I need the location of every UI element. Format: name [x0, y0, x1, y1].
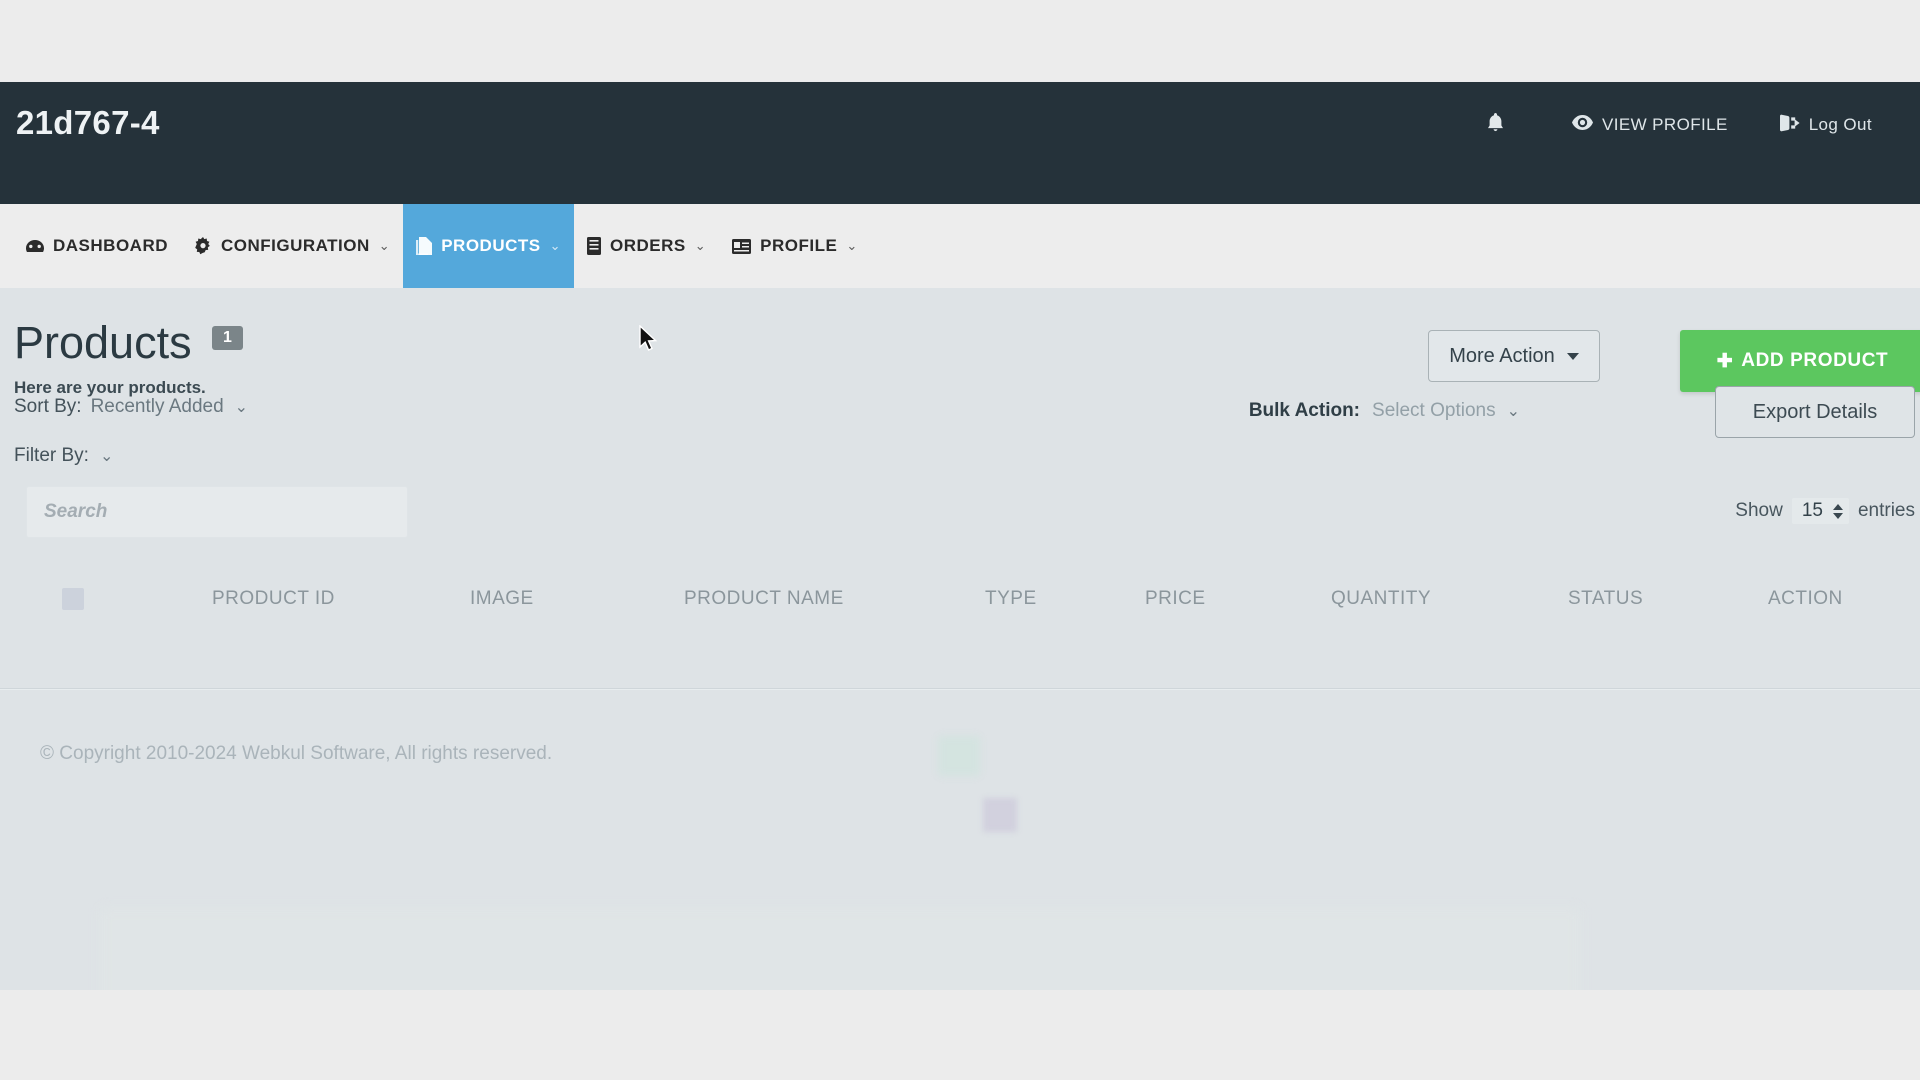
column-header-status: STATUS	[1568, 588, 1644, 609]
browser-chrome-gap	[0, 0, 1920, 82]
render-artifact	[983, 798, 1017, 832]
sort-by-control[interactable]: Sort By: Recently Added ⌄	[14, 396, 248, 418]
bulk-action-control[interactable]: Bulk Action: Select Options ⌄	[1249, 400, 1520, 422]
column-header-type: TYPE	[985, 588, 1037, 609]
stepper-up-icon[interactable]	[1832, 503, 1843, 510]
filter-by-control[interactable]: Filter By: ⌄	[14, 445, 113, 467]
page-bottom-gap	[0, 990, 1920, 1080]
stepper-down-icon[interactable]	[1832, 512, 1843, 519]
plus-icon: ✚	[1716, 350, 1734, 372]
chevron-down-icon[interactable]: ⌄	[235, 397, 248, 417]
add-product-label: ADD PRODUCT	[1741, 350, 1889, 371]
logout-button[interactable]: Log Out	[1754, 114, 1898, 137]
page-subtitle: Here are your products.	[14, 378, 206, 397]
nav-label-configuration: CONFIGURATION	[221, 236, 370, 255]
nav-label-orders: ORDERS	[610, 236, 686, 255]
chevron-down-icon: ⌄	[549, 238, 562, 253]
brand-title: 21d767-4	[16, 104, 160, 141]
chevron-down-icon[interactable]: ⌄	[100, 446, 113, 466]
entries-stepper[interactable]: 15	[1791, 498, 1849, 524]
stepper-arrows-icon[interactable]	[1832, 503, 1843, 519]
footer-copyright: © Copyright 2010-2024 Webkul Software, A…	[40, 743, 553, 764]
column-header-quantity: QUANTITY	[1331, 588, 1432, 609]
entries-count: 15	[1801, 500, 1823, 521]
filter-by-label: Filter By:	[14, 445, 89, 466]
view-profile-label: VIEW PROFILE	[1601, 115, 1728, 134]
page-title: Products	[14, 317, 192, 368]
chevron-down-icon[interactable]: ⌄	[1507, 401, 1520, 421]
nav-item-profile[interactable]: PROFILE ⌄	[719, 204, 871, 288]
bulk-action-value[interactable]: Select Options	[1372, 400, 1496, 422]
notifications-button[interactable]	[1460, 112, 1546, 138]
add-product-button[interactable]: ✚ ADD PRODUCT	[1680, 330, 1920, 392]
page-header: Products 1 Here are your products.	[14, 320, 243, 398]
nav-item-orders[interactable]: ORDERS ⌄	[574, 204, 719, 288]
column-header-price: PRICE	[1145, 588, 1206, 609]
view-profile-button[interactable]: VIEW PROFILE	[1546, 115, 1754, 135]
show-entries-control: Show 15 entries	[1735, 498, 1915, 524]
export-details-label: Export Details	[1752, 400, 1878, 423]
dashboard-icon	[26, 239, 44, 253]
page-content: Products 1 Here are your products. More …	[0, 288, 1920, 1008]
bulk-action-label: Bulk Action:	[1248, 400, 1361, 421]
product-count-badge: 1	[212, 325, 243, 350]
search-input[interactable]	[26, 486, 408, 538]
column-header-product-id: PRODUCT ID	[212, 588, 335, 609]
sort-by-value[interactable]: Recently Added	[91, 396, 224, 418]
eye-icon	[1571, 115, 1602, 135]
nav-item-products[interactable]: PRODUCTS ⌄	[403, 204, 575, 288]
table-divider	[0, 688, 1920, 690]
logout-label: Log Out	[1808, 115, 1872, 134]
column-header-action: ACTION	[1768, 588, 1843, 609]
column-header-product-name: PRODUCT NAME	[684, 588, 844, 609]
products-table-header: PRODUCT ID IMAGE PRODUCT NAME TYPE PRICE…	[0, 588, 1920, 650]
header-actions: VIEW PROFILE Log Out	[1460, 112, 1898, 138]
nav-item-dashboard[interactable]: DASHBOARD	[0, 204, 181, 288]
app-viewport: 21d767-4 VIEW PROFILE Log Out DASHBOARD …	[0, 0, 1920, 1080]
show-label: Show	[1735, 500, 1783, 521]
app-header: 21d767-4 VIEW PROFILE Log Out	[0, 82, 1920, 204]
export-details-button[interactable]: Export Details	[1715, 386, 1915, 438]
id-card-icon	[732, 238, 752, 254]
gear-icon	[194, 237, 212, 255]
bell-icon	[1486, 112, 1514, 138]
caret-down-icon	[1566, 352, 1579, 360]
more-action-button[interactable]: More Action	[1428, 330, 1600, 382]
chevron-down-icon: ⌄	[378, 238, 391, 253]
chevron-down-icon: ⌄	[846, 238, 858, 253]
nav-label-dashboard: DASHBOARD	[53, 236, 168, 255]
nav-label-products: PRODUCTS	[441, 236, 541, 255]
logout-icon	[1779, 114, 1809, 137]
copy-icon	[416, 237, 433, 255]
more-action-label: More Action	[1449, 344, 1555, 367]
entries-label: entries	[1857, 500, 1915, 521]
list-icon	[587, 237, 602, 255]
sort-by-label: Sort By:	[14, 396, 82, 417]
nav-label-profile: PROFILE	[760, 236, 838, 255]
nav-items: DASHBOARD CONFIGURATION ⌄ PRODUCTS ⌄ ORD…	[0, 204, 1920, 288]
column-header-image: IMAGE	[470, 588, 534, 609]
chevron-down-icon: ⌄	[694, 238, 707, 253]
main-navigation: DASHBOARD CONFIGURATION ⌄ PRODUCTS ⌄ ORD…	[0, 204, 1920, 288]
select-all-checkbox[interactable]	[62, 588, 84, 610]
nav-item-configuration[interactable]: CONFIGURATION ⌄	[181, 204, 403, 288]
render-artifact	[938, 736, 980, 776]
